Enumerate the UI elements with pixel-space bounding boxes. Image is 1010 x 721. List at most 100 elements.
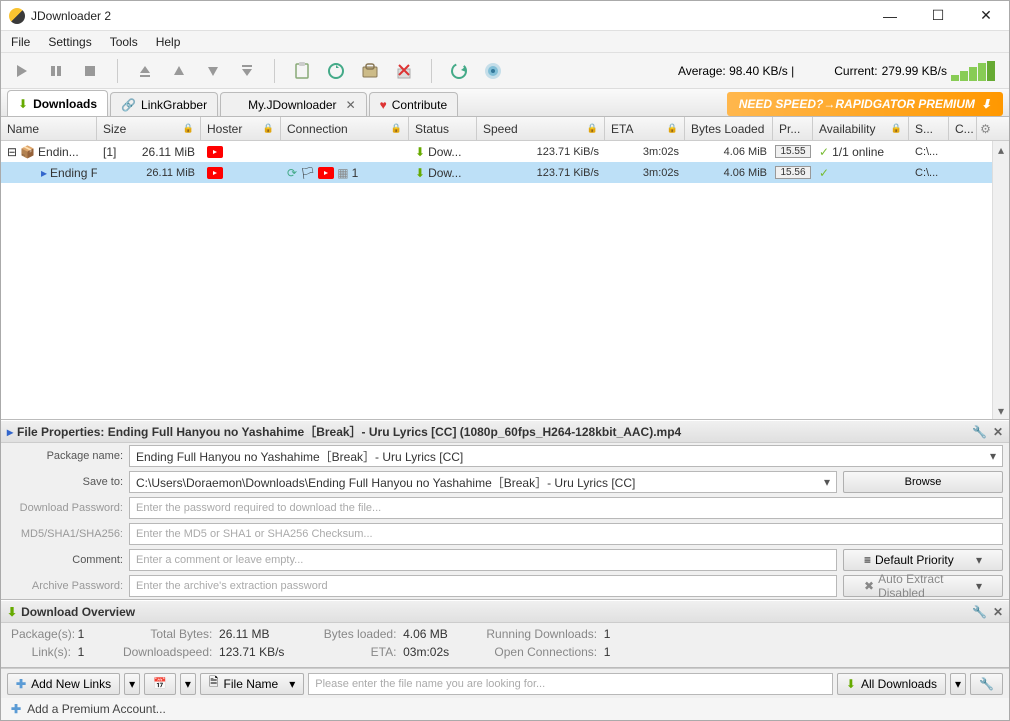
menu-file[interactable]: File	[11, 35, 30, 49]
settings-button[interactable]: 🔧	[970, 673, 1003, 695]
move-down-button[interactable]	[200, 58, 226, 84]
youtube-icon	[207, 146, 223, 158]
chevron-down-icon[interactable]: ▾	[990, 449, 996, 463]
all-downloads-dropdown[interactable]: ▾	[950, 673, 966, 695]
add-new-links-button[interactable]: ✚Add New Links	[7, 673, 120, 695]
priority-dropdown[interactable]: ≡Default Priority▾	[843, 549, 1003, 571]
dlpw-input[interactable]: Enter the password required to download …	[129, 497, 1003, 519]
col-comment[interactable]: C...	[949, 117, 977, 140]
download-icon: ⬇	[981, 97, 991, 111]
column-settings-icon[interactable]: ⚙	[977, 117, 994, 140]
col-saveto[interactable]: S...	[909, 117, 949, 140]
col-bytes[interactable]: Bytes Loaded	[685, 117, 773, 140]
maximize-button[interactable]: ☐	[923, 6, 953, 26]
saveto-input[interactable]: C:\Users\Doraemon\Downloads\Ending Full …	[129, 471, 837, 493]
date-filter-dropdown[interactable]: ▾	[180, 673, 196, 695]
move-bottom-button[interactable]	[234, 58, 260, 84]
comment-input[interactable]: Enter a comment or leave empty...	[129, 549, 837, 571]
link-icon: 🔗	[121, 98, 136, 112]
stop-button[interactable]	[77, 58, 103, 84]
archpw-input[interactable]: Enter the archive's extraction password	[129, 575, 837, 597]
hash-label: MD5/SHA1/SHA256:	[7, 528, 123, 540]
menu-tools[interactable]: Tools	[110, 35, 138, 49]
priority-icon: ≡	[864, 553, 871, 567]
table-header: Name Size🔒 Hoster🔒 Connection🔒 Status Sp…	[1, 117, 1009, 141]
col-name[interactable]: Name	[1, 117, 97, 140]
autoextract-dropdown[interactable]: ✖Auto Extract Disabled▾	[843, 575, 1003, 597]
statusbar: ✚ Add a Premium Account...	[1, 698, 1009, 720]
move-up-button[interactable]	[166, 58, 192, 84]
plus-icon: ✚	[11, 702, 21, 716]
tab-contribute[interactable]: ♥Contribute	[369, 92, 459, 116]
package-icon: 📦	[20, 145, 35, 159]
col-progress[interactable]: Pr...	[773, 117, 813, 140]
col-connection[interactable]: Connection🔒	[281, 117, 409, 140]
pause-button[interactable]	[43, 58, 69, 84]
chevron-down-icon[interactable]: ▾	[824, 475, 830, 489]
col-speed[interactable]: Speed🔒	[477, 117, 605, 140]
flag-icon: 🏳	[300, 166, 315, 180]
status-text[interactable]: Add a Premium Account...	[27, 702, 166, 716]
toolbar: Average: 98.40 KB/s | Current: 279.99 KB…	[1, 53, 1009, 89]
col-status[interactable]: Status	[409, 117, 477, 140]
hash-input[interactable]: Enter the MD5 or SHA1 or SHA256 Checksum…	[129, 523, 1003, 545]
tab-myjdownloader[interactable]: My.JDownloader✕	[220, 92, 367, 116]
search-input[interactable]: Please enter the file name you are looki…	[308, 673, 833, 695]
premium-icon[interactable]	[357, 58, 383, 84]
comment-label: Comment:	[7, 554, 123, 566]
move-top-button[interactable]	[132, 58, 158, 84]
clipboard-icon[interactable]	[289, 58, 315, 84]
jd-logo-icon	[231, 99, 243, 111]
download-icon: ⬇	[415, 166, 425, 180]
video-file-icon: ▸	[7, 425, 13, 439]
app-logo-icon	[9, 8, 25, 24]
chevron-down-icon: ▾	[976, 553, 982, 567]
menu-help[interactable]: Help	[156, 35, 181, 49]
document-icon: 🗎	[209, 673, 219, 694]
clear-icon[interactable]	[391, 58, 417, 84]
wrench-icon[interactable]: 🔧	[972, 425, 987, 439]
wrench-icon[interactable]: 🔧	[972, 605, 987, 619]
all-downloads-button[interactable]: ⬇All Downloads	[837, 673, 946, 695]
close-button[interactable]: ✕	[971, 6, 1001, 26]
tab-close-icon[interactable]: ✕	[346, 98, 356, 112]
download-icon: ⬇	[846, 677, 856, 691]
chevron-down-icon: ▾	[185, 677, 191, 691]
add-new-links-dropdown[interactable]: ▾	[124, 673, 140, 695]
lock-icon: 🔒	[587, 123, 598, 134]
tab-linkgrabber[interactable]: 🔗LinkGrabber	[110, 92, 218, 116]
col-hoster[interactable]: Hoster🔒	[201, 117, 281, 140]
table-row[interactable]: ⊟📦Endin... [1]26.11 MiB ⬇Dow... 123.71 K…	[1, 141, 1009, 162]
pkgname-label: Package name:	[7, 450, 123, 462]
update-icon[interactable]	[480, 58, 506, 84]
cancel-icon: ✖	[864, 579, 874, 593]
panel-header: ⬇ Download Overview 🔧✕	[1, 601, 1009, 623]
video-file-icon: ▸	[41, 166, 47, 180]
panel-close-icon[interactable]: ✕	[993, 425, 1003, 439]
pkgname-input[interactable]: Ending Full Hanyou no Yashahime［Break］- …	[129, 445, 1003, 467]
tab-downloads[interactable]: ⬇Downloads	[7, 90, 108, 116]
saveto-label: Save to:	[7, 476, 123, 488]
menu-settings[interactable]: Settings	[48, 35, 91, 49]
scroll-up-icon[interactable]: ▴	[993, 141, 1009, 158]
current-speed: Current: 279.99 KB/s	[834, 61, 1001, 81]
panel-close-icon[interactable]: ✕	[993, 605, 1003, 619]
col-size[interactable]: Size🔒	[97, 117, 201, 140]
menubar: File Settings Tools Help	[1, 31, 1009, 53]
col-availability[interactable]: Availability🔒	[813, 117, 909, 140]
table-row[interactable]: ▸Ending F.. 26.11 MiB ⟳🏳▦1 ⬇Dow... 123.7…	[1, 162, 1009, 183]
check-icon: ✓	[819, 166, 829, 180]
reconnect-icon[interactable]	[446, 58, 472, 84]
scroll-down-icon[interactable]: ▾	[993, 402, 1009, 419]
plus-icon: ✚	[16, 677, 26, 691]
filename-filter-button[interactable]: 🗎File Name▾	[200, 673, 304, 695]
date-filter-button[interactable]: 📅	[144, 673, 176, 695]
auto-reconnect-icon[interactable]	[323, 58, 349, 84]
browse-button[interactable]: Browse	[843, 471, 1003, 493]
play-button[interactable]	[9, 58, 35, 84]
promo-banner[interactable]: NEED SPEED?→RAPIDGATOR PREMIUM⬇	[727, 92, 1003, 116]
minimize-button[interactable]: —	[875, 6, 905, 26]
vertical-scrollbar[interactable]: ▴ ▾	[992, 141, 1009, 419]
col-eta[interactable]: ETA🔒	[605, 117, 685, 140]
lock-icon: 🔒	[391, 123, 402, 134]
